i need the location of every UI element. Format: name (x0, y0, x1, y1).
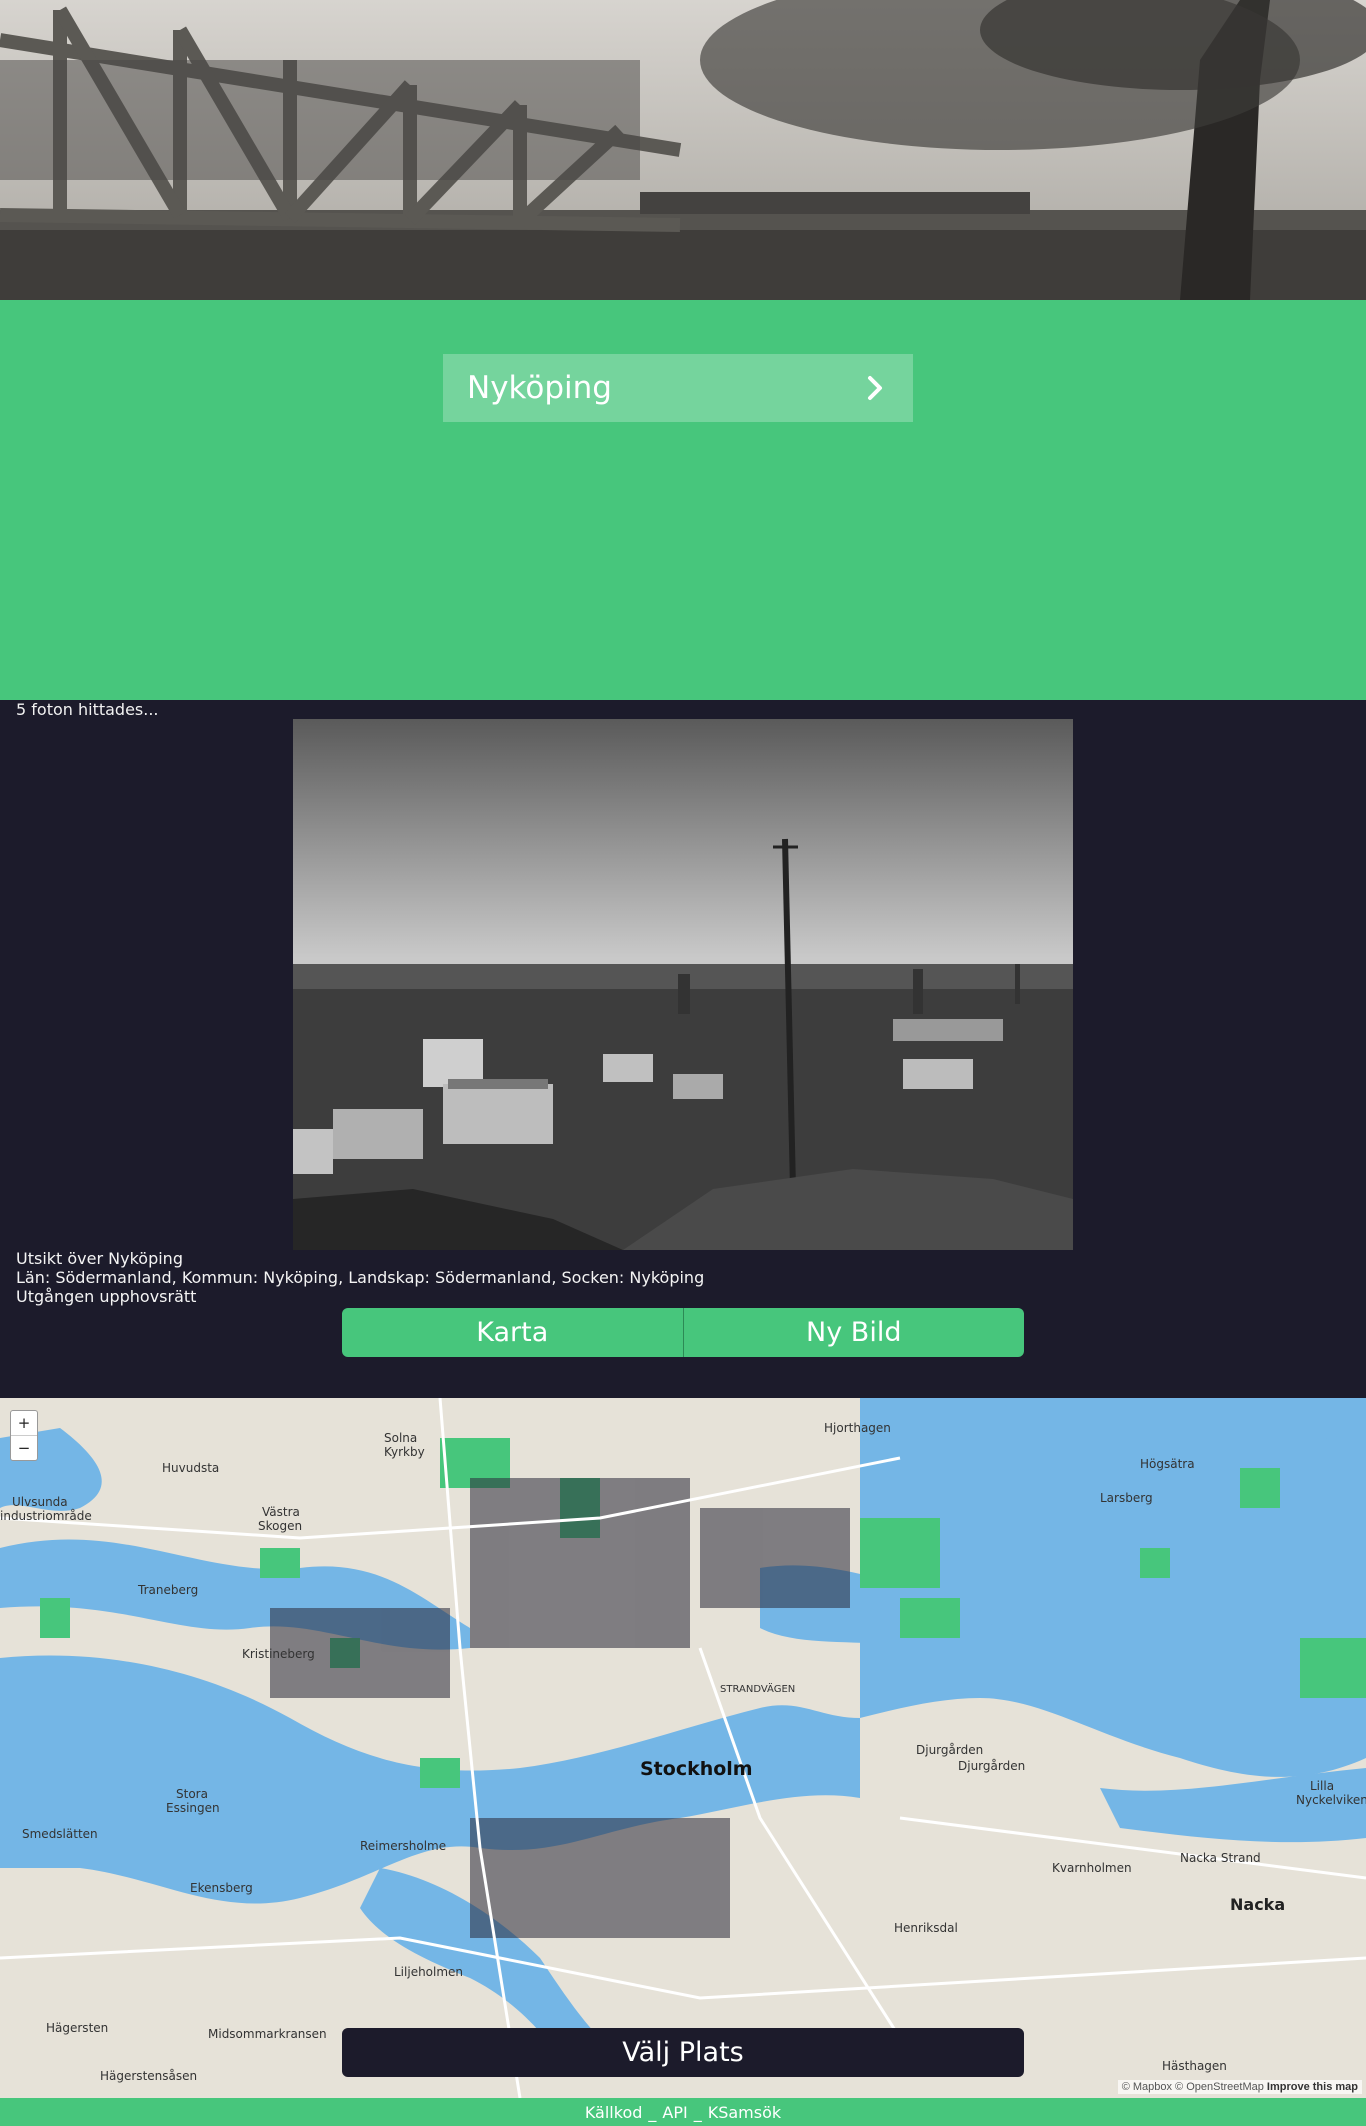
map-label-lilla: Lilla (1310, 1779, 1334, 1793)
place-select[interactable]: Nyköping (443, 354, 913, 422)
choose-place-button[interactable]: Välj Plats (342, 2028, 1024, 2077)
photo-title: Utsikt över Nyköping (16, 1249, 183, 1268)
map-label-vastra: Västra (262, 1505, 300, 1519)
map-label-essingen: Essingen (166, 1801, 220, 1815)
map-label-nacka: Nacka (1230, 1895, 1285, 1914)
footer-separator: _ (693, 2102, 702, 2122)
map-label-solna: Solna (384, 1431, 417, 1445)
map-label-nyckelviken: Nyckelviken (1296, 1793, 1366, 1807)
results-section: 5 foton hittades... Utsikt över Nyköping… (0, 700, 1366, 1398)
map-label-hagerstensasen: Hägerstensåsen (100, 2069, 197, 2083)
photo-license: Utgången upphovsrätt (16, 1287, 197, 1306)
map-label-midsommarkransen: Midsommarkransen (208, 2027, 327, 2041)
map-attribution: © Mapbox © OpenStreetMap Improve this ma… (1117, 2080, 1362, 2094)
new-image-button[interactable]: Ny Bild (682, 1308, 1024, 1357)
map-label-hagersten: Hägersten (46, 2021, 108, 2035)
place-select-value: Nyköping (467, 370, 612, 406)
footer-separator: _ (648, 2102, 657, 2122)
footer-source-link[interactable]: Källkod (585, 2103, 643, 2122)
map-label-liljeholmen: Liljeholmen (394, 1965, 463, 1979)
map-label-skogen: Skogen (258, 1519, 302, 1533)
photo-location: Län: Södermanland, Kommun: Nyköping, Lan… (16, 1268, 705, 1287)
photo-metadata: Utsikt över Nyköping Län: Södermanland, … (16, 1249, 704, 1306)
hero-photo (0, 0, 1366, 300)
footer-api-link[interactable]: API (662, 2103, 687, 2122)
map-label-smedslatten: Smedslätten (22, 1827, 98, 1841)
map-label-djurgarden-2: Djurgården (958, 1759, 1025, 1773)
map-label-industriomrade: industriområde (0, 1509, 92, 1523)
zoom-out-button[interactable]: − (11, 1435, 37, 1460)
map[interactable]: Solna Kyrkby Huvudsta Ulvsunda industrio… (0, 1398, 1366, 2098)
chevron-right-icon (868, 376, 882, 400)
result-photo (293, 719, 1073, 1250)
footer: Källkod _ API _ KSamsök (0, 2098, 1366, 2126)
map-label-henriksdal: Henriksdal (894, 1921, 958, 1935)
map-label-stora: Stora (176, 1787, 208, 1801)
map-label-nacka-strand: Nacka Strand (1180, 1851, 1261, 1865)
map-label-djurgarden: Djurgården (916, 1743, 983, 1757)
map-attribution-text[interactable]: © Mapbox © OpenStreetMap (1122, 2081, 1264, 2093)
map-label-ekensberg: Ekensberg (190, 1881, 253, 1895)
action-buttons: Karta Ny Bild (342, 1308, 1024, 1357)
map-label-huvudsta: Huvudsta (162, 1461, 219, 1475)
map-button[interactable]: Karta (342, 1308, 683, 1357)
footer-ksamsok-link[interactable]: KSamsök (708, 2103, 781, 2122)
map-label-kvarnholmen: Kvarnholmen (1052, 1861, 1132, 1875)
map-label-ulvsunda: Ulvsunda (12, 1495, 68, 1509)
results-count: 5 foton hittades... (16, 700, 159, 719)
map-label-stockholm: Stockholm (640, 1758, 753, 1780)
map-label-hasthagen: Hästhagen (1162, 2059, 1227, 2073)
map-label-kristineberg: Kristineberg (242, 1647, 315, 1661)
zoom-control: + − (10, 1410, 38, 1461)
improve-map-link[interactable]: Improve this map (1267, 2081, 1358, 2093)
map-label-traneberg: Traneberg (137, 1583, 198, 1597)
map-label-larsberg: Larsberg (1100, 1491, 1153, 1505)
zoom-in-button[interactable]: + (11, 1411, 37, 1435)
map-label-hogsatra: Högsätra (1140, 1457, 1195, 1471)
map-label-kyrkby: Kyrkby (384, 1445, 425, 1459)
map-label-hjorthagen: Hjorthagen (824, 1421, 891, 1435)
map-label-strandvagen: STRANDVÄGEN (720, 1682, 795, 1695)
map-label-reimersholme: Reimersholme (360, 1839, 446, 1853)
